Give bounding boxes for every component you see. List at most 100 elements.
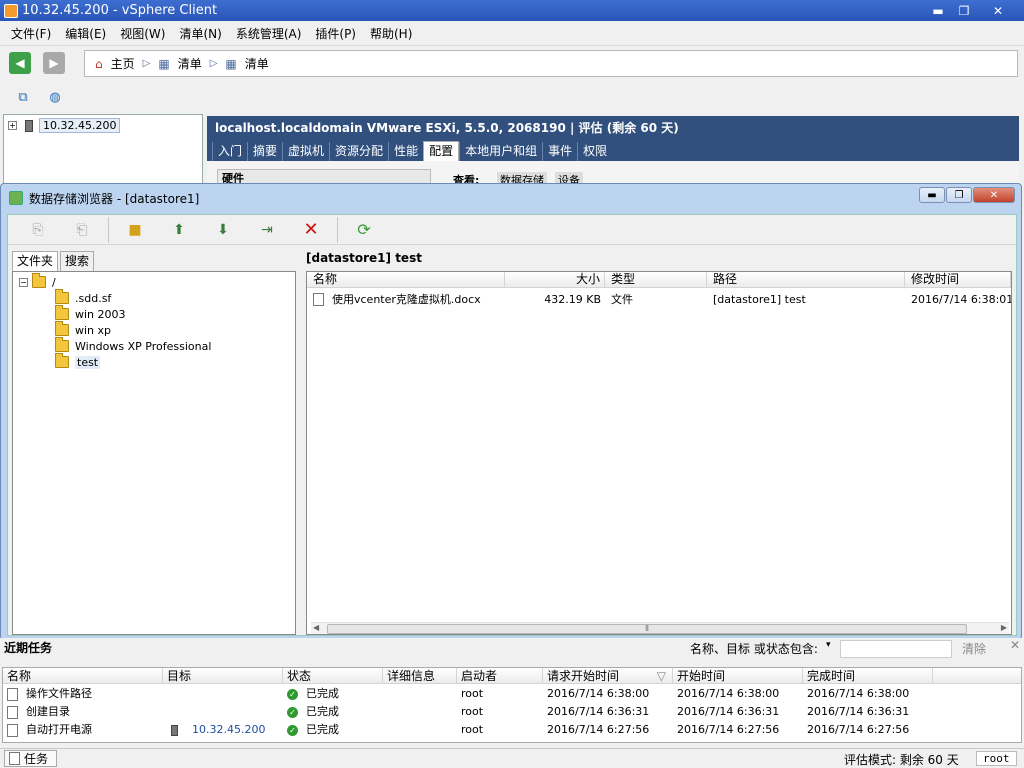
delete-button[interactable]: ✕ <box>299 219 323 241</box>
tree-folder-winxp[interactable]: win xp <box>55 321 111 338</box>
dialog-maximize-button[interactable]: ❐ <box>946 187 972 203</box>
tcol-initiator[interactable]: 启动者 <box>457 668 543 683</box>
tab-events[interactable]: 事件 <box>542 142 577 161</box>
maximize-button[interactable]: ❐ <box>952 3 976 19</box>
tree-folder-test[interactable]: test <box>55 353 101 370</box>
close-tasks-icon[interactable]: ✕ <box>1010 638 1020 652</box>
task-row[interactable]: 自动打开电源 10.32.45.200 ✓ 已完成 root 2016/7/14 … <box>3 721 1021 739</box>
minimize-button[interactable]: ▬ <box>926 3 950 19</box>
collapse-icon: − <box>19 277 28 287</box>
task-target[interactable]: 10.32.45.200 <box>192 722 265 738</box>
tcol-status[interactable]: 状态 <box>283 668 383 683</box>
menu-plugins[interactable]: 插件(P) <box>308 22 363 46</box>
menu-view[interactable]: 视图(W) <box>113 22 172 46</box>
tab-configuration[interactable]: 配置 <box>423 141 460 161</box>
refresh-host-button[interactable]: ◍ <box>44 86 66 108</box>
tree-host-node[interactable]: + 10.32.45.200 <box>8 118 121 133</box>
toolbar-separator <box>108 216 109 243</box>
tcol-requested[interactable]: 请求开始时间 ▽ <box>543 668 673 683</box>
server-icon <box>171 724 178 736</box>
open-folder-icon <box>55 353 69 368</box>
back-button[interactable]: ◀ <box>9 52 31 74</box>
upload-disabled-button[interactable]: ⎘ <box>26 219 50 241</box>
tab-summary[interactable]: 摘要 <box>247 142 282 161</box>
filter-input[interactable] <box>840 640 952 658</box>
new-folder-button[interactable]: ■ <box>123 219 147 241</box>
task-initiator: root <box>461 705 484 718</box>
register-vm-button[interactable]: ⇥ <box>255 219 279 241</box>
col-size[interactable]: 大小 <box>505 272 605 287</box>
tcol-name[interactable]: 名称 <box>3 668 163 683</box>
task-row[interactable]: 创建目录 ✓ 已完成 root 2016/7/14 6:36:31 2016/7/… <box>3 703 1021 721</box>
file-row[interactable]: 使用vcenter克隆虚拟机.docx 432.19 KB 文件 [datast… <box>307 290 1011 308</box>
breadcrumb-home[interactable]: 主页 <box>111 55 135 72</box>
folder-icon <box>55 289 69 304</box>
menu-file[interactable]: 文件(F) <box>4 22 58 46</box>
tab-vms[interactable]: 虚拟机 <box>282 142 329 161</box>
menu-edit[interactable]: 编辑(E) <box>58 22 113 46</box>
dialog-close-button[interactable]: ✕ <box>973 187 1015 203</box>
toolbar-separator <box>337 216 338 243</box>
tcol-start[interactable]: 开始时间 <box>673 668 803 683</box>
task-row[interactable]: 操作文件路径 ✓ 已完成 root 2016/7/14 6:38:00 2016/… <box>3 685 1021 703</box>
col-modified[interactable]: 修改时间 <box>905 272 1011 287</box>
tree-folder-winxp-pro[interactable]: Windows XP Professional <box>55 337 211 354</box>
menu-help[interactable]: 帮助(H) <box>363 22 419 46</box>
new-folder-icon: ■ <box>128 221 142 238</box>
tasks-icon <box>9 752 20 765</box>
close-button[interactable]: ✕ <box>978 3 1018 19</box>
tab-local-users[interactable]: 本地用户和组 <box>459 142 542 161</box>
add-host-button[interactable]: ⧉ <box>12 86 34 108</box>
col-name[interactable]: 名称 <box>307 272 505 287</box>
download-button[interactable]: ⬇ <box>211 219 235 241</box>
tab-folders[interactable]: 文件夹 <box>12 251 59 271</box>
tcol-details[interactable]: 详细信息 <box>383 668 457 683</box>
tcol-end[interactable]: 完成时间 <box>803 668 933 683</box>
folder-tree: − / .sdd.sf win 2003 win xp Windows XP P… <box>12 271 296 635</box>
tree-root[interactable]: − / <box>19 273 56 290</box>
tab-performance[interactable]: 性能 <box>388 142 423 161</box>
scroll-left-icon[interactable]: ◀ <box>313 623 319 632</box>
breadcrumb-inventory-1[interactable]: 清单 <box>178 55 202 72</box>
dialog-title: 数据存储浏览器 - [datastore1] <box>29 191 200 206</box>
datastore-icon <box>9 191 23 205</box>
clear-button[interactable]: 清除 <box>962 640 986 657</box>
col-type[interactable]: 类型 <box>605 272 707 287</box>
check-icon: ✓ <box>287 707 298 718</box>
scroll-thumb[interactable]: ⦀ <box>327 624 967 634</box>
recent-tasks-title: 近期任务 <box>4 641 53 655</box>
tcol-requested-label: 请求开始时间 <box>547 669 620 683</box>
col-path[interactable]: 路径 <box>707 272 905 287</box>
folder-icon <box>55 337 69 352</box>
tab-permissions[interactable]: 权限 <box>577 142 612 161</box>
tab-getting-started[interactable]: 入门 <box>212 142 247 161</box>
tree-folder-win2003[interactable]: win 2003 <box>55 305 126 322</box>
menu-inventory[interactable]: 清单(N) <box>172 22 228 46</box>
inventory-tree: + 10.32.45.200 <box>3 114 203 184</box>
upload-button[interactable]: ⬆ <box>167 219 191 241</box>
breadcrumb-inventory-2[interactable]: 清单 <box>245 55 269 72</box>
filter-dropdown-icon[interactable]: ▾ <box>826 640 831 650</box>
menu-admin[interactable]: 系统管理(A) <box>229 22 309 46</box>
forward-button[interactable]: ▶ <box>43 52 65 74</box>
tasks-toggle-button[interactable]: 任务 <box>4 750 58 767</box>
globe-icon: ◍ <box>49 89 61 105</box>
back-arrow-icon: ◀ <box>15 56 25 70</box>
tcol-target[interactable]: 目标 <box>163 668 283 683</box>
task-icon <box>7 687 18 701</box>
horizontal-scrollbar[interactable]: ◀ ⦀ ▶ <box>311 622 1009 634</box>
refresh-button[interactable]: ⟳ <box>352 219 376 241</box>
task-name: 自动打开电源 <box>26 723 92 736</box>
task-name: 操作文件路径 <box>26 687 92 700</box>
vsphere-logo-icon <box>4 3 18 18</box>
tree-folder-sddsf[interactable]: .sdd.sf <box>55 289 111 306</box>
forward-arrow-icon: ▶ <box>49 56 59 70</box>
tab-search[interactable]: 搜索 <box>60 251 95 271</box>
paste-disabled-button[interactable]: ⎗ <box>70 219 94 241</box>
filter-label: 名称、目标 或状态包含: <box>690 642 818 656</box>
folder-icon <box>55 305 69 320</box>
window-title: 10.32.45.200 - vSphere Client <box>22 3 218 18</box>
tab-resource-allocation[interactable]: 资源分配 <box>329 142 388 161</box>
dialog-minimize-button[interactable]: ▬ <box>919 187 945 203</box>
scroll-right-icon[interactable]: ▶ <box>1001 623 1007 632</box>
